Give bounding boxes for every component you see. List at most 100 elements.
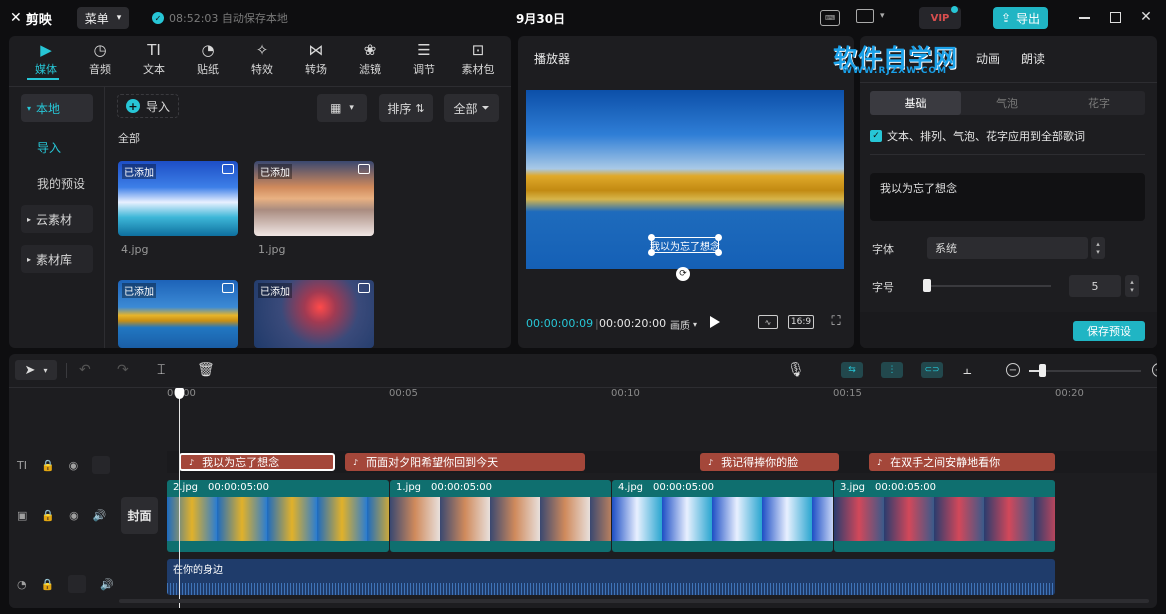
subtitle-box[interactable]: 我以为忘了想念 [648,234,722,256]
resize-handle[interactable] [648,249,655,256]
video-clip[interactable]: 3.jpg 00:00:05:00 [834,480,1055,552]
timeline-ruler[interactable]: 00:00 00:05 00:10 00:15 00:20 [116,388,1157,410]
tab-animation[interactable]: 动画 [976,50,1000,67]
video-preview[interactable]: 我以为忘了想念 [526,90,844,269]
size-input[interactable]: 5 [1069,275,1121,297]
tab-text[interactable]: TI 文本 [127,36,181,82]
audio-track-icon: ◔ [17,577,27,591]
lyric-clip[interactable]: ♪ 我记得捧你的脸 [700,453,839,471]
lock-icon[interactable]: 🔒 [41,459,55,472]
redo-icon[interactable]: ↷ [117,362,129,378]
media-item[interactable]: 已添加 [118,161,238,236]
microphone-icon[interactable]: 🎙 [787,362,805,378]
zoom-slider-thumb[interactable] [1039,364,1046,377]
playhead-handle[interactable] [175,388,184,399]
sidebar-item-cloud[interactable]: ▸ 云素材 [21,205,93,233]
timeline-panel: ➤ ▾ ↶ ↷ ⌶ 🗑 🎙 ⇆ ⋮ ⊂⊃ ⫠ − + TI 🔒 ◉ ▣ [9,354,1157,608]
preview-axis-icon[interactable]: ⫠ [963,362,971,378]
font-stepper[interactable]: ▴ ▾ [1091,237,1105,259]
import-button[interactable]: + 导入 [117,94,179,118]
media-item[interactable]: 已添加 [118,280,238,348]
clip-thumbnails [167,497,389,541]
tab-package[interactable]: ⊡ 素材包 [451,36,505,82]
eye-icon[interactable]: ◉ [69,509,79,522]
undo-icon[interactable]: ↶ [79,362,91,378]
play-icon[interactable] [710,316,720,328]
lyric-clip[interactable]: ♪ 我以为忘了想念 [179,453,335,471]
eye-icon[interactable]: ◉ [69,459,79,472]
split-icon[interactable]: ⌶ [157,362,165,378]
view-mode-button[interactable]: ▦ ▾ [317,94,367,122]
lock-icon[interactable]: 🔒 [41,578,55,591]
apply-all-checkbox[interactable]: ✓ 文本、排列、气泡、花字应用到全部歌词 [870,128,1085,144]
tab-effects[interactable]: ✧ 特效 [235,36,289,82]
filter-label: 全部 [453,101,478,116]
delete-icon[interactable]: 🗑 [197,362,215,378]
rotate-icon[interactable]: ⟳ [676,267,690,281]
font-select[interactable]: 系统 [927,237,1088,259]
lyric-clip[interactable]: ♪ 在双手之间安静地看你 [869,453,1055,471]
magnet-icon[interactable]: ⋮ [881,362,903,378]
media-item[interactable]: 已添加 [254,161,374,236]
zoom-out-icon[interactable]: − [1006,363,1020,377]
size-slider-track[interactable] [927,285,1051,287]
media-icon: ▶ [40,40,52,59]
quality-dropdown[interactable]: 画质 ▾ [670,317,697,332]
sidebar-item-local[interactable]: ▾ 本地 [21,94,93,122]
audio-clip[interactable]: 在你的身边 [167,559,1055,595]
lock-icon[interactable]: 🔒 [41,509,55,522]
speaker-icon[interactable]: 🔊 [93,509,107,522]
sidebar-item-import[interactable]: 导入 [37,139,61,156]
horizontal-scrollbar[interactable] [119,599,1149,603]
save-preset-button[interactable]: 保存预设 [1073,321,1145,341]
close-icon[interactable]: ✕ [1138,8,1154,26]
resize-handle[interactable] [648,234,655,241]
resize-handle[interactable] [715,249,722,256]
lyric-text: 在双手之间安静地看你 [890,456,1001,469]
adjust-icon: ☰ [417,40,431,59]
zoom-in-icon[interactable]: + [1152,363,1157,377]
filter-button[interactable]: 全部 ⏷ [444,94,499,122]
tab-transition[interactable]: ⋈ 转场 [289,36,343,82]
lyric-clip[interactable]: ♪ 而面对夕阳希望你回到今天 [345,453,585,471]
sort-button[interactable]: 排序 ⇅ [379,94,433,122]
tab-audio[interactable]: ◷ 音频 [73,36,127,82]
player-panel: 播放器 我以为忘了想念 ⟳ 00:00:00:09 | 00:00:20:00 … [518,36,854,348]
vip-button[interactable]: VIP [919,6,961,29]
subtab-bubble[interactable]: 气泡 [961,91,1053,115]
select-tool-button[interactable]: ➤ ▾ [15,360,57,380]
tab-filter[interactable]: ❀ 滤镜 [343,36,397,82]
link-snap-icon[interactable]: ⇆ [841,362,863,378]
waveform-icon[interactable]: ∿ [758,315,778,329]
sidebar-item-library[interactable]: ▸ 素材库 [21,245,93,273]
menu-button[interactable]: 菜单 ▾ [77,7,129,29]
cover-button[interactable]: 封面 [121,497,158,534]
sidebar-item-presets[interactable]: 我的预设 [37,175,85,192]
size-stepper[interactable]: ▴ ▾ [1125,275,1139,297]
link-icon[interactable]: ⊂⊃ [921,362,943,378]
cursor-icon: ➤ [24,362,36,378]
speaker-icon[interactable]: 🔊 [100,578,114,591]
resize-handle[interactable] [715,234,722,241]
minimize-icon[interactable] [1079,17,1090,19]
size-slider-thumb[interactable] [923,279,931,292]
tab-read[interactable]: 朗读 [1021,50,1045,67]
text-content-input[interactable]: 我以为忘了想念 [870,173,1145,221]
tab-adjust[interactable]: ☰ 调节 [397,36,451,82]
media-item[interactable]: 已添加 [254,280,374,348]
video-clip[interactable]: 4.jpg 00:00:05:00 [612,480,833,552]
added-badge: 已添加 [122,283,156,298]
tab-media[interactable]: ▶ 媒体 [19,36,73,82]
tab-sticker[interactable]: ◔ 贴纸 [181,36,235,82]
video-clip[interactable]: 2.jpg 00:00:05:00 [167,480,389,552]
keyboard-icon[interactable]: ⌨ [820,10,840,26]
fullscreen-icon[interactable]: ⛶ [829,314,843,329]
subtab-fancy-text[interactable]: 花字 [1053,91,1145,115]
aspect-ratio-button[interactable]: 16:9 [788,315,814,329]
subtab-basic[interactable]: 基础 [870,91,961,115]
playhead[interactable] [179,388,180,608]
video-clip[interactable]: 1.jpg 00:00:05:00 [390,480,611,552]
maximize-icon[interactable] [1110,12,1121,23]
layout-button[interactable]: ▾ [856,9,885,23]
export-button[interactable]: ⇪ 导出 [993,7,1048,29]
